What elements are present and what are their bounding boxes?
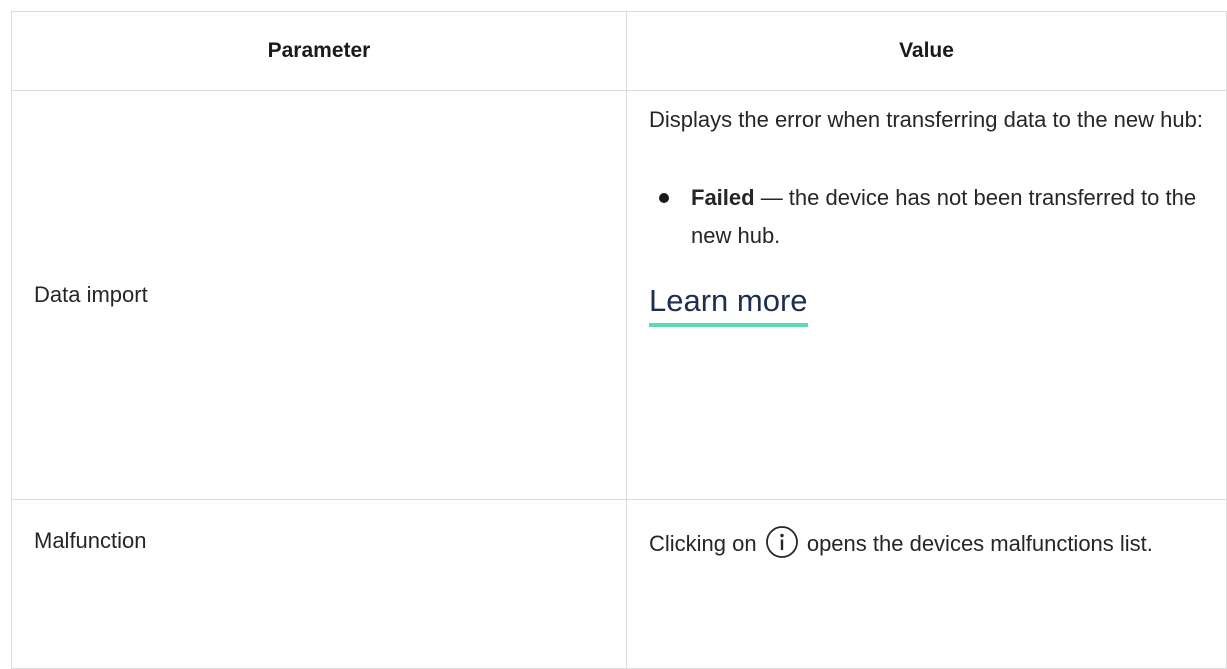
header-parameter: Parameter: [11, 11, 627, 91]
malfunction-description: Clicking on opens the devices malfunctio…: [649, 525, 1206, 563]
table-row-malfunction: Malfunction Clicking on opens the device…: [11, 499, 1227, 669]
info-circle-icon: [765, 526, 798, 558]
bullet-text: — the device has not been transferred to…: [691, 185, 1197, 248]
bullet-icon: [659, 193, 669, 203]
bullet-term: Failed: [691, 185, 755, 210]
malfunction-text-after: opens the devices malfunctions list.: [800, 531, 1153, 556]
cell-parameter-data-import: Data import: [11, 90, 627, 500]
data-import-bullet-list: Failed — the device has not been transfe…: [649, 179, 1206, 255]
cell-parameter-malfunction: Malfunction: [11, 499, 627, 669]
cell-value-data-import: Displays the error when transferring dat…: [626, 90, 1227, 500]
table-header-row: Parameter Value: [11, 11, 1227, 91]
malfunction-text-before: Clicking on: [649, 531, 763, 556]
cell-value-malfunction: Clicking on opens the devices malfunctio…: [626, 499, 1227, 669]
data-import-description: Displays the error when transferring dat…: [649, 107, 1203, 132]
learn-more-link[interactable]: Learn more: [649, 281, 808, 327]
list-item: Failed — the device has not been transfe…: [649, 179, 1206, 255]
header-value: Value: [626, 11, 1227, 91]
parameters-table: Parameter Value Data import Displays the…: [11, 11, 1227, 669]
table-row-data-import: Data import Displays the error when tran…: [11, 90, 1227, 500]
